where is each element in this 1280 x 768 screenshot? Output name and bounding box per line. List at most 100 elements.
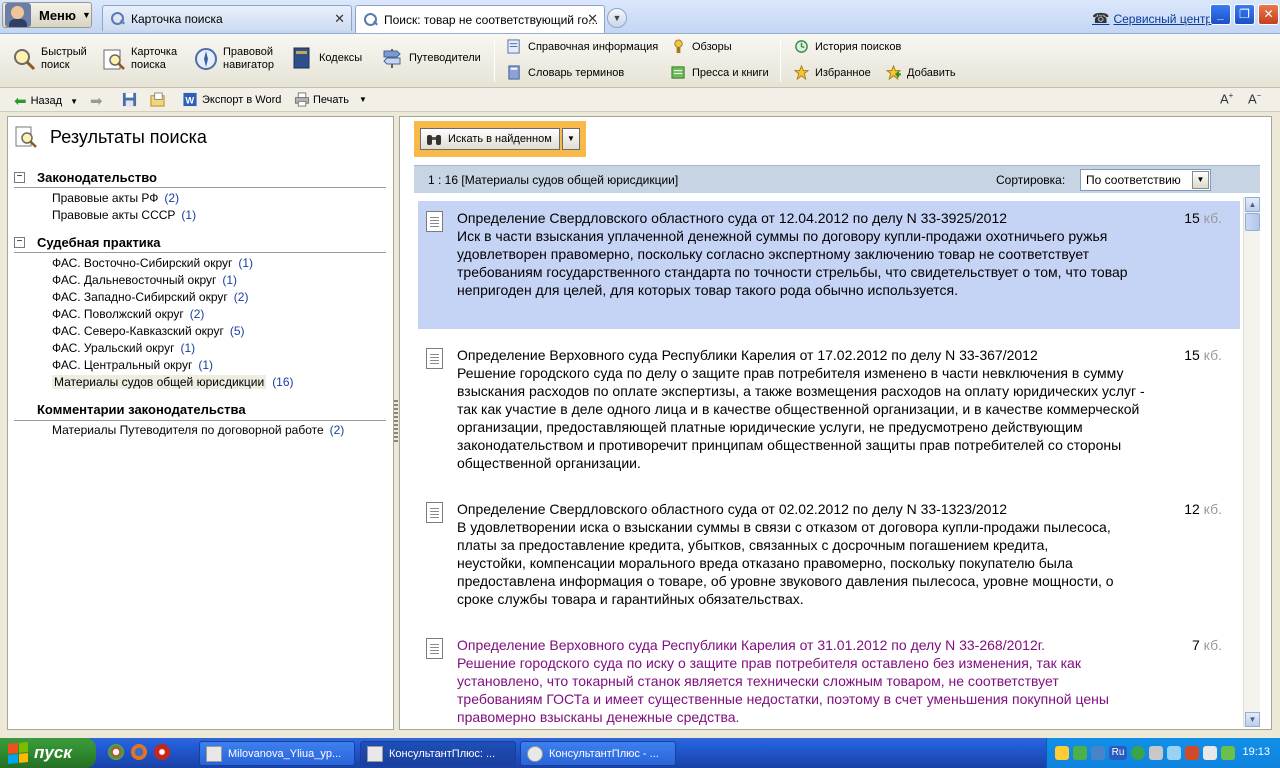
sort-select[interactable]: По соответствию ▼ — [1080, 169, 1211, 191]
search-card-button[interactable]: Карточка поиска — [102, 46, 186, 72]
item-count: (1) — [198, 358, 214, 372]
list-item[interactable]: Материалы Путеводителя по договорной раб… — [52, 423, 344, 437]
search-icon — [364, 12, 378, 27]
tab-bar: Меню ▼ Карточка поиска ✕ Поиск: товар не… — [0, 0, 1280, 34]
size-value: 15 — [1184, 210, 1200, 226]
tray-icon[interactable] — [1149, 746, 1163, 760]
document-title[interactable]: Определение Свердловского областного суд… — [457, 209, 1157, 227]
terms-dictionary-button[interactable]: Словарь терминов — [507, 65, 624, 80]
language-indicator[interactable]: Ru — [1109, 746, 1127, 760]
tab-search-card[interactable]: Карточка поиска ✕ — [102, 5, 352, 31]
export-word-button[interactable]: W Экспорт в Word — [182, 92, 281, 107]
font-decrease-button[interactable]: A− — [1248, 91, 1261, 106]
legal-navigator-button[interactable]: Правовой навигатор — [194, 46, 280, 72]
search-history-button[interactable]: История поисков — [794, 39, 901, 54]
group-legislation-comments[interactable]: Комментарии законодательства — [14, 402, 386, 419]
document-title[interactable]: Определение Верховного суда Республики К… — [457, 636, 1157, 654]
chevron-down-icon[interactable]: ▼ — [359, 95, 367, 104]
forward-button[interactable]: ➡ — [90, 92, 103, 110]
document-item[interactable]: Определение Верховного суда Республики К… — [418, 628, 1240, 728]
tab-search-results[interactable]: Поиск: товар не соответствующий го... ✕ — [355, 5, 605, 33]
taskbar-item[interactable]: КонсультантПлюс: ... — [360, 741, 516, 766]
document-title[interactable]: Определение Верховного суда Республики К… — [457, 346, 1157, 364]
list-item[interactable]: ФАС. Поволжский округ (2) — [52, 307, 204, 321]
star-icon — [794, 65, 809, 80]
list-item[interactable]: ФАС. Восточно-Сибирский округ (1) — [52, 256, 253, 270]
vertical-scrollbar[interactable]: ▲ ▼ — [1243, 197, 1260, 727]
list-item[interactable]: ФАС. Северо-Кавказский округ (5) — [52, 324, 245, 338]
chevron-down-icon[interactable]: ▼ — [70, 97, 78, 106]
print-button[interactable]: Печать ▼ — [294, 92, 367, 107]
arrow-right-icon: ➡ — [90, 93, 103, 110]
press-books-button[interactable]: Пресса и книги — [671, 65, 769, 80]
search-options-dropdown[interactable]: ▼ — [562, 128, 580, 150]
item-label: ФАС. Центральный округ — [52, 358, 193, 372]
tab-list-button[interactable]: ▼ — [607, 8, 627, 28]
reference-info-button[interactable]: Справочная информация — [507, 39, 658, 54]
close-button[interactable]: ✕ — [1258, 4, 1279, 25]
word-document-icon — [206, 745, 222, 762]
back-label: Назад — [30, 95, 63, 107]
service-center-link[interactable]: ☎ Сервисный центр — [1092, 10, 1212, 27]
search-results-panel: Результаты поиска − Законодательство Пра… — [7, 116, 394, 730]
back-button[interactable]: ⬅ Назад ▼ — [14, 92, 78, 110]
task-label: КонсультантПлюс: ... — [389, 747, 496, 760]
tab-label: Карточка поиска — [131, 11, 223, 26]
keyboard-icon[interactable] — [1091, 746, 1105, 760]
list-item-selected[interactable]: Материалы судов общей юрисдикции (16) — [52, 375, 294, 389]
menu-button[interactable]: Меню ▼ — [2, 2, 92, 28]
print-label: Печать — [313, 93, 350, 106]
scroll-thumb[interactable] — [1245, 213, 1260, 231]
copy-to-folder-button[interactable] — [150, 92, 165, 107]
reviews-button[interactable]: Обзоры — [671, 39, 732, 54]
guides-button[interactable]: Путеводители — [380, 46, 488, 70]
antivirus-icon[interactable] — [1185, 746, 1199, 760]
start-button[interactable]: пуск — [0, 738, 96, 768]
network-icon[interactable] — [1073, 746, 1087, 760]
press-books-label: Пресса и книги — [692, 66, 769, 79]
scroll-down-icon[interactable]: ▼ — [1245, 712, 1260, 727]
maximize-button[interactable]: ❐ — [1234, 4, 1255, 25]
nvidia-icon[interactable] — [1221, 746, 1235, 760]
firefox-icon[interactable] — [131, 744, 147, 760]
list-item[interactable]: Правовые акты РФ (2) — [52, 191, 179, 205]
search-in-found-button[interactable]: Искать в найденном — [420, 128, 560, 150]
font-increase-button[interactable]: A+ — [1220, 91, 1233, 106]
close-icon[interactable]: ✕ — [587, 11, 598, 27]
collapse-icon[interactable]: − — [14, 172, 25, 183]
volume-icon[interactable] — [1203, 746, 1217, 760]
toolbar-separator — [494, 40, 495, 82]
scroll-up-icon[interactable]: ▲ — [1245, 197, 1260, 212]
beeline-icon[interactable] — [1055, 746, 1069, 760]
favorites-button[interactable]: Избранное — [794, 65, 871, 80]
collapse-icon[interactable]: − — [14, 237, 25, 248]
panel-splitter[interactable] — [394, 400, 398, 444]
chevron-down-icon[interactable]: ▼ — [1192, 171, 1209, 189]
list-item[interactable]: ФАС. Дальневосточный округ (1) — [52, 273, 237, 287]
list-item[interactable]: ФАС. Центральный округ (1) — [52, 358, 213, 372]
document-item[interactable]: Определение Свердловского областного суд… — [418, 201, 1240, 329]
search-in-found-label: Искать в найденном — [448, 133, 552, 145]
taskbar-item[interactable]: КонсультантПлюс - ... — [520, 741, 676, 766]
taskbar-item[interactable]: Milovanova_Yliua_yp... — [199, 741, 355, 766]
opera-icon[interactable] — [154, 744, 170, 760]
minimize-button[interactable]: _ — [1210, 4, 1231, 25]
codes-button[interactable]: Кодексы — [290, 46, 370, 70]
document-item[interactable]: Определение Свердловского областного суд… — [418, 492, 1240, 620]
group-court-practice[interactable]: − Судебная практика — [14, 235, 386, 253]
tray-icon[interactable] — [1167, 746, 1181, 760]
close-icon[interactable]: ✕ — [334, 11, 345, 27]
document-title[interactable]: Определение Свердловского областного суд… — [457, 500, 1157, 518]
list-item[interactable]: ФАС. Уральский округ (1) — [52, 341, 195, 355]
utorrent-icon[interactable] — [1131, 746, 1145, 760]
add-favorite-button[interactable]: Добавить — [886, 65, 956, 80]
chrome-icon[interactable] — [108, 744, 124, 760]
list-item[interactable]: Правовые акты СССР (1) — [52, 208, 196, 222]
document-item[interactable]: Определение Верховного суда Республики К… — [418, 338, 1240, 484]
service-center-label: Сервисный центр — [1113, 11, 1213, 26]
save-button[interactable] — [122, 92, 137, 107]
group-legislation[interactable]: − Законодательство — [14, 170, 386, 188]
list-item[interactable]: ФАС. Западно-Сибирский округ (2) — [52, 290, 248, 304]
quick-search-button[interactable]: Быстрый поиск — [12, 46, 92, 72]
menu-label: Меню — [39, 7, 77, 23]
